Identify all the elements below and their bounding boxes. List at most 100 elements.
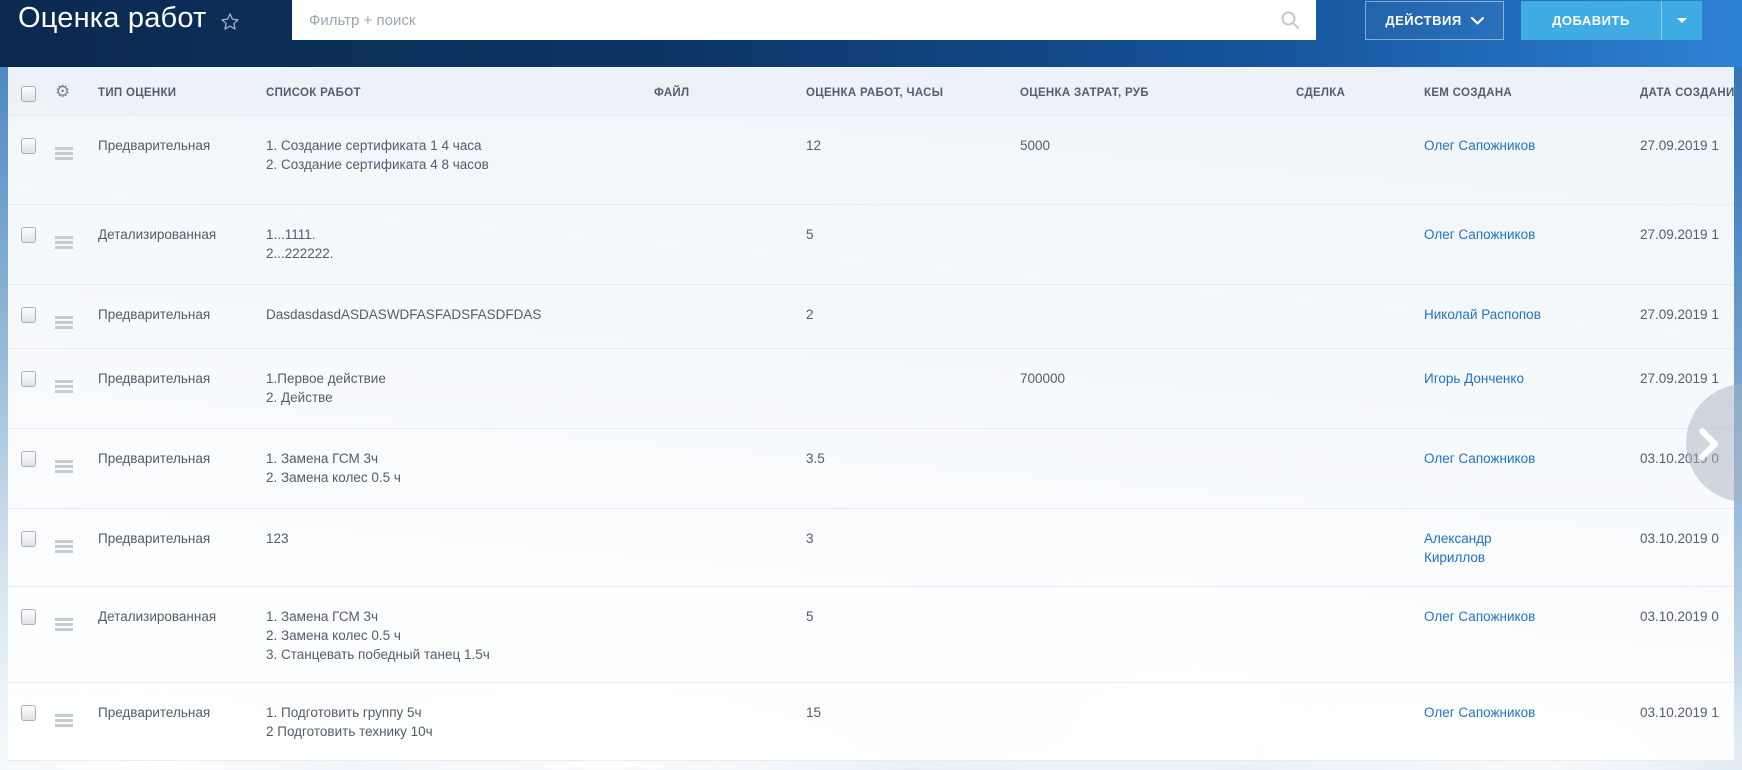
creator-link[interactable]: Александр Кириллов bbox=[1424, 531, 1492, 565]
cell-cost bbox=[1010, 508, 1286, 587]
cell-deal bbox=[1286, 508, 1414, 587]
row-menu-icon[interactable] bbox=[55, 713, 73, 717]
cell-file bbox=[644, 204, 796, 285]
table-row: Предварительная 1. Подготовить группу 5ч… bbox=[8, 682, 1734, 761]
cell-deal bbox=[1286, 428, 1414, 509]
top-bar: Оценка работ ДЕЙСТВИЯ ДОБАВИТЬ bbox=[0, 0, 1742, 67]
creator-link[interactable]: Николай Распопов bbox=[1424, 307, 1541, 322]
table-row: Предварительная 1.Первое действие 2. Дей… bbox=[8, 348, 1734, 429]
cell-deal bbox=[1286, 586, 1414, 683]
actions-button-label: ДЕЙСТВИЯ bbox=[1385, 13, 1462, 28]
estimates-grid: ⚙ ТИП ОЦЕНКИ СПИСОК РАБОТ ФАЙЛ ОЦЕНКА РА… bbox=[8, 67, 1734, 761]
table-row: Детализированная 1...1111. 2...222222. 5… bbox=[8, 204, 1734, 285]
cell-hours: 3.5 bbox=[796, 428, 1010, 509]
cell-cost bbox=[1010, 682, 1286, 761]
table-row: Детализированная 1. Замена ГСМ 3ч 2. Зам… bbox=[8, 586, 1734, 683]
cell-deal bbox=[1286, 348, 1414, 429]
creator-link[interactable]: Игорь Донченко bbox=[1424, 371, 1524, 386]
cell-work-list: 1. Замена ГСМ 3ч 2. Замена колес 0.5 ч bbox=[256, 428, 644, 509]
cell-created: 03.10.2019 1 bbox=[1630, 682, 1734, 761]
row-checkbox[interactable] bbox=[21, 530, 36, 547]
cell-created: 27.09.2019 1 bbox=[1630, 204, 1734, 285]
table-row: Предварительная DasdasdasdASDASWDFASFADS… bbox=[8, 284, 1734, 349]
cell-type: Предварительная bbox=[88, 682, 256, 761]
cell-hours: 3 bbox=[796, 508, 1010, 587]
grid-header-row: ⚙ ТИП ОЦЕНКИ СПИСОК РАБОТ ФАЙЛ ОЦЕНКА РА… bbox=[8, 67, 1734, 116]
row-checkbox[interactable] bbox=[21, 450, 36, 467]
cell-deal bbox=[1286, 284, 1414, 349]
cell-file bbox=[644, 284, 796, 349]
cell-work-list: 1.Первое действие 2. Действе bbox=[256, 348, 644, 429]
column-header-hours[interactable]: ОЦЕНКА РАБОТ, ЧАСЫ bbox=[796, 67, 1010, 116]
column-header-type[interactable]: ТИП ОЦЕНКИ bbox=[88, 67, 256, 116]
cell-cost bbox=[1010, 204, 1286, 285]
actions-button[interactable]: ДЕЙСТВИЯ bbox=[1365, 1, 1504, 40]
creator-link[interactable]: Олег Сапожников bbox=[1424, 227, 1535, 242]
add-button-label: ДОБАВИТЬ bbox=[1552, 13, 1630, 28]
cell-work-list: DasdasdasdASDASWDFASFADSFASDFDAS bbox=[256, 284, 644, 349]
column-header-creator[interactable]: КЕМ СОЗДАНА bbox=[1414, 67, 1630, 116]
cell-hours: 15 bbox=[796, 682, 1010, 761]
cell-type: Предварительная bbox=[88, 348, 256, 429]
cell-work-list: 1. Создание сертификата 1 4 часа 2. Созд… bbox=[256, 115, 644, 205]
cell-cost: 700000 bbox=[1010, 348, 1286, 429]
row-menu-icon[interactable] bbox=[55, 617, 73, 621]
row-checkbox[interactable] bbox=[21, 226, 36, 243]
cell-hours: 12 bbox=[796, 115, 1010, 205]
cell-file bbox=[644, 508, 796, 587]
cell-type: Предварительная bbox=[88, 508, 256, 587]
row-menu-icon[interactable] bbox=[55, 379, 73, 383]
creator-link[interactable]: Олег Сапожников bbox=[1424, 705, 1535, 720]
page-title: Оценка работ bbox=[18, 2, 207, 34]
row-checkbox[interactable] bbox=[21, 137, 36, 154]
column-header-file[interactable]: ФАЙЛ bbox=[644, 67, 796, 116]
cell-created: 03.10.2019 0 bbox=[1630, 586, 1734, 683]
search-input[interactable] bbox=[292, 0, 1316, 40]
cell-file bbox=[644, 586, 796, 683]
cell-type: Предварительная bbox=[88, 284, 256, 349]
cell-hours: 2 bbox=[796, 284, 1010, 349]
creator-link[interactable]: Олег Сапожников bbox=[1424, 451, 1535, 466]
cell-type: Предварительная bbox=[88, 428, 256, 509]
column-header-created[interactable]: ДАТА СОЗДАНИЯ bbox=[1630, 67, 1734, 116]
add-button[interactable]: ДОБАВИТЬ bbox=[1521, 1, 1702, 40]
grid-settings-gear-icon[interactable]: ⚙ bbox=[55, 84, 71, 101]
cell-cost bbox=[1010, 284, 1286, 349]
row-menu-icon[interactable] bbox=[55, 315, 73, 319]
cell-work-list: 1. Замена ГСМ 3ч 2. Замена колес 0.5 ч 3… bbox=[256, 586, 644, 683]
cell-file bbox=[644, 115, 796, 205]
row-checkbox[interactable] bbox=[21, 306, 36, 323]
cell-work-list: 123 bbox=[256, 508, 644, 587]
row-menu-icon[interactable] bbox=[55, 539, 73, 543]
cell-file bbox=[644, 348, 796, 429]
column-header-deal[interactable]: СДЕЛКА bbox=[1286, 67, 1414, 116]
creator-link[interactable]: Олег Сапожников bbox=[1424, 609, 1535, 624]
cell-work-list: 1. Подготовить группу 5ч 2 Подготовить т… bbox=[256, 682, 644, 761]
cell-deal bbox=[1286, 115, 1414, 205]
row-checkbox[interactable] bbox=[21, 704, 36, 721]
cell-file bbox=[644, 428, 796, 509]
row-menu-icon[interactable] bbox=[55, 146, 73, 150]
cell-cost bbox=[1010, 586, 1286, 683]
cell-hours: 5 bbox=[796, 586, 1010, 683]
row-menu-icon[interactable] bbox=[55, 459, 73, 463]
cell-deal bbox=[1286, 204, 1414, 285]
table-row: Предварительная 1. Создание сертификата … bbox=[8, 115, 1734, 205]
creator-link[interactable]: Олег Сапожников bbox=[1424, 138, 1535, 153]
add-button-dropdown[interactable] bbox=[1662, 18, 1702, 23]
column-header-work-list[interactable]: СПИСОК РАБОТ bbox=[256, 67, 644, 116]
select-all-checkbox[interactable] bbox=[21, 86, 36, 102]
search-icon[interactable] bbox=[1280, 10, 1300, 30]
column-header-cost[interactable]: ОЦЕНКА ЗАТРАТ, РУБ bbox=[1010, 67, 1286, 116]
table-row: Предварительная 123 3 Александр Кириллов… bbox=[8, 508, 1734, 587]
row-menu-icon[interactable] bbox=[55, 235, 73, 239]
cell-work-list: 1...1111. 2...222222. bbox=[256, 204, 644, 285]
cell-created: 27.09.2019 1 bbox=[1630, 284, 1734, 349]
cell-created: 27.09.2019 1 bbox=[1630, 115, 1734, 205]
table-row: Предварительная 1. Замена ГСМ 3ч 2. Заме… bbox=[8, 428, 1734, 509]
row-checkbox[interactable] bbox=[21, 370, 36, 387]
cell-hours: 5 bbox=[796, 204, 1010, 285]
favorite-star-icon[interactable] bbox=[219, 11, 241, 33]
cell-cost bbox=[1010, 428, 1286, 509]
row-checkbox[interactable] bbox=[21, 608, 36, 625]
